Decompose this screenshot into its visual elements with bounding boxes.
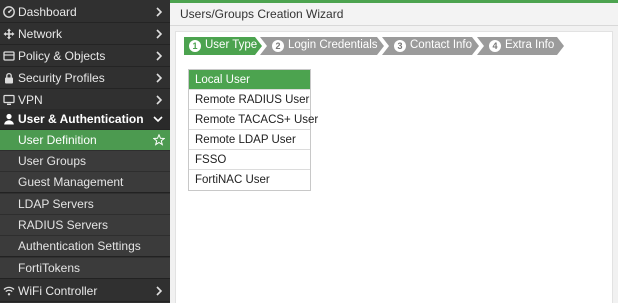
sidebar-item-user-authentication[interactable]: User & Authentication xyxy=(0,109,170,130)
sidebar-subitem-guest-management[interactable]: Guest Management xyxy=(0,172,170,193)
sidebar-subitem-user-definition[interactable]: User Definition xyxy=(0,130,170,151)
chevron-right-icon xyxy=(156,285,163,296)
chevron-right-icon xyxy=(156,72,163,83)
sidebar-item-policy-objects[interactable]: Policy & Objects xyxy=(0,45,170,67)
sidebar-item-label: Policy & Objects xyxy=(18,48,106,63)
wifi-icon xyxy=(3,285,15,297)
monitor-icon xyxy=(3,94,15,106)
user-type-option-local-user[interactable]: Local User xyxy=(189,70,310,90)
sidebar-subitem-label: Guest Management xyxy=(18,175,124,189)
step-number: 3 xyxy=(394,40,406,52)
sidebar: Dashboard Network Policy & Objects Secur… xyxy=(0,0,170,303)
dashboard-icon xyxy=(3,5,15,18)
sidebar-item-label: WiFi Controller xyxy=(18,283,98,298)
user-type-list: Local User Remote RADIUS User Remote TAC… xyxy=(188,69,318,191)
user-type-option-remote-tacacs[interactable]: Remote TACACS+ User xyxy=(189,110,318,130)
user-type-option-fortinac[interactable]: FortiNAC User xyxy=(189,170,310,190)
sidebar-item-label: VPN xyxy=(18,92,43,107)
sidebar-subitem-label: User Definition xyxy=(18,133,97,147)
sidebar-subitem-authentication-settings[interactable]: Authentication Settings xyxy=(0,236,170,257)
sidebar-subitem-label: FortiTokens xyxy=(18,261,81,275)
user-icon xyxy=(3,113,15,125)
wizard-steps: 1 User Type 2 Login Credentials 3 Contac… xyxy=(184,37,564,55)
main-panel: Users/Groups Creation Wizard 1 User Type… xyxy=(170,3,618,303)
wizard-step-user-type[interactable]: 1 User Type xyxy=(184,37,262,55)
chevron-right-icon xyxy=(156,50,163,61)
step-number: 4 xyxy=(489,40,501,52)
wizard-step-contact-info[interactable]: 3 Contact Info xyxy=(382,37,479,55)
user-type-option-remote-radius[interactable]: Remote RADIUS User xyxy=(189,90,310,110)
chevron-right-icon xyxy=(156,28,163,39)
sidebar-subitem-label: RADIUS Servers xyxy=(18,218,109,232)
sidebar-item-label: User & Authentication xyxy=(18,112,144,126)
sidebar-item-wifi-controller[interactable]: WiFi Controller xyxy=(0,280,170,302)
sidebar-subitem-ldap-servers[interactable]: LDAP Servers xyxy=(0,194,170,215)
sidebar-item-security-profiles[interactable]: Security Profiles xyxy=(0,67,170,89)
wizard-step-extra-info[interactable]: 4 Extra Info xyxy=(477,37,564,55)
sidebar-subitem-label: LDAP Servers xyxy=(18,197,94,211)
policy-icon xyxy=(3,50,15,62)
sidebar-item-label: Network xyxy=(18,26,63,41)
user-type-option-remote-ldap[interactable]: Remote LDAP User xyxy=(189,130,310,150)
sidebar-subitem-label: User Groups xyxy=(18,154,87,168)
step-label: User Type xyxy=(205,39,258,51)
chevron-down-icon xyxy=(153,116,163,123)
step-label: Contact Info xyxy=(410,39,473,51)
wizard-step-login-credentials[interactable]: 2 Login Credentials xyxy=(260,37,384,55)
sidebar-item-vpn[interactable]: VPN xyxy=(0,89,170,111)
chevron-right-icon xyxy=(156,6,163,17)
step-label: Login Credentials xyxy=(288,39,378,51)
network-icon xyxy=(3,28,15,40)
step-number: 2 xyxy=(272,40,284,52)
lock-icon xyxy=(3,72,15,84)
page-title: Users/Groups Creation Wizard xyxy=(180,7,344,21)
user-type-option-fsso[interactable]: FSSO xyxy=(189,150,310,170)
sidebar-subitem-radius-servers[interactable]: RADIUS Servers xyxy=(0,215,170,236)
sidebar-item-label: Dashboard xyxy=(18,4,77,19)
wizard-content: 1 User Type 2 Login Credentials 3 Contac… xyxy=(175,31,613,303)
sidebar-subitem-label: Authentication Settings xyxy=(18,239,141,253)
sidebar-item-label: Security Profiles xyxy=(18,70,105,85)
sidebar-subitem-user-groups[interactable]: User Groups xyxy=(0,151,170,172)
step-label: Extra Info xyxy=(505,39,555,51)
page-header: Users/Groups Creation Wizard xyxy=(170,3,618,26)
step-number: 1 xyxy=(189,40,201,52)
star-icon[interactable] xyxy=(153,134,165,146)
sidebar-item-dashboard[interactable]: Dashboard xyxy=(0,1,170,23)
chevron-right-icon xyxy=(156,94,163,105)
sidebar-item-network[interactable]: Network xyxy=(0,23,170,45)
sidebar-subitem-fortitokens[interactable]: FortiTokens xyxy=(0,258,170,279)
